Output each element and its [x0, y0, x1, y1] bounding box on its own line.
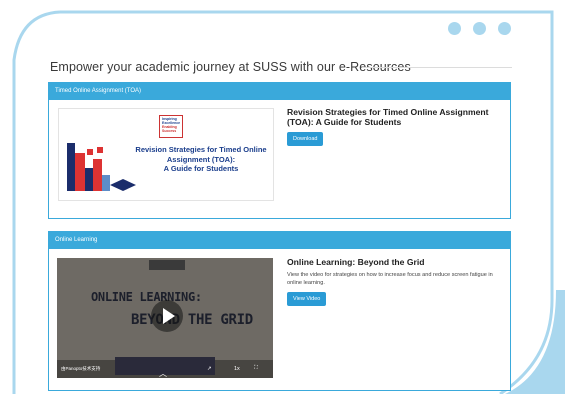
- page-heading: Empower your academic journey at SUSS wi…: [50, 60, 411, 74]
- download-button[interactable]: Download: [287, 132, 324, 146]
- thumb-line-3: A Guide for Students: [163, 164, 239, 173]
- fullscreen-icon[interactable]: ⛶: [254, 365, 258, 372]
- dot-2: [473, 22, 486, 35]
- video-player[interactable]: ONLINE LEARNING: BEYOND THE GRID ︿ 由Pano…: [57, 258, 273, 378]
- speed-control[interactable]: 1x: [234, 366, 240, 372]
- window-dots: [448, 22, 511, 35]
- online-learning-description: View the video for strategies on how to …: [287, 272, 493, 286]
- online-learning-info: Online Learning: Beyond the Grid View th…: [287, 257, 507, 306]
- expand-icon[interactable]: ↗: [207, 366, 212, 372]
- online-learning-panel-header: Online Learning: [49, 232, 510, 249]
- suss-logo: Inspiring Excellence Enabling Success: [159, 115, 183, 138]
- toa-thumbnail: Inspiring Excellence Enabling Success Re…: [58, 108, 274, 201]
- logo-line-4: Success: [162, 129, 177, 133]
- video-title-line-1: ONLINE LEARNING:: [91, 290, 202, 304]
- heading-divider: [362, 67, 512, 68]
- video-vent: [149, 260, 185, 270]
- dot-1: [448, 22, 461, 35]
- toa-title: Revision Strategies for Timed Online Ass…: [287, 107, 489, 127]
- thumb-line-2: Assignment (TOA):: [166, 154, 236, 164]
- thumbnail-title: Revision Strategies for Timed Online Ass…: [131, 145, 271, 174]
- page-frame: Empower your academic journey at SUSS wi…: [0, 0, 565, 394]
- online-learning-panel: Online Learning ONLINE LEARNING: BEYOND …: [48, 231, 511, 391]
- chevron-up-icon[interactable]: ︿: [159, 368, 173, 378]
- play-icon[interactable]: [151, 300, 183, 332]
- toa-panel: Timed Online Assignment (TOA) Inspiring …: [48, 82, 511, 219]
- view-video-button[interactable]: View Video: [287, 292, 327, 306]
- toa-info: Revision Strategies for Timed Online Ass…: [287, 107, 507, 146]
- dot-3: [498, 22, 511, 35]
- provider-label: 由Panopto技术支持: [61, 366, 101, 371]
- toa-panel-header: Timed Online Assignment (TOA): [49, 83, 510, 100]
- thumb-line-1: Revision Strategies for Timed Online: [135, 145, 267, 154]
- video-title-line-2: BEYOND THE GRID: [131, 312, 253, 328]
- online-learning-title: Online Learning: Beyond the Grid: [287, 257, 425, 267]
